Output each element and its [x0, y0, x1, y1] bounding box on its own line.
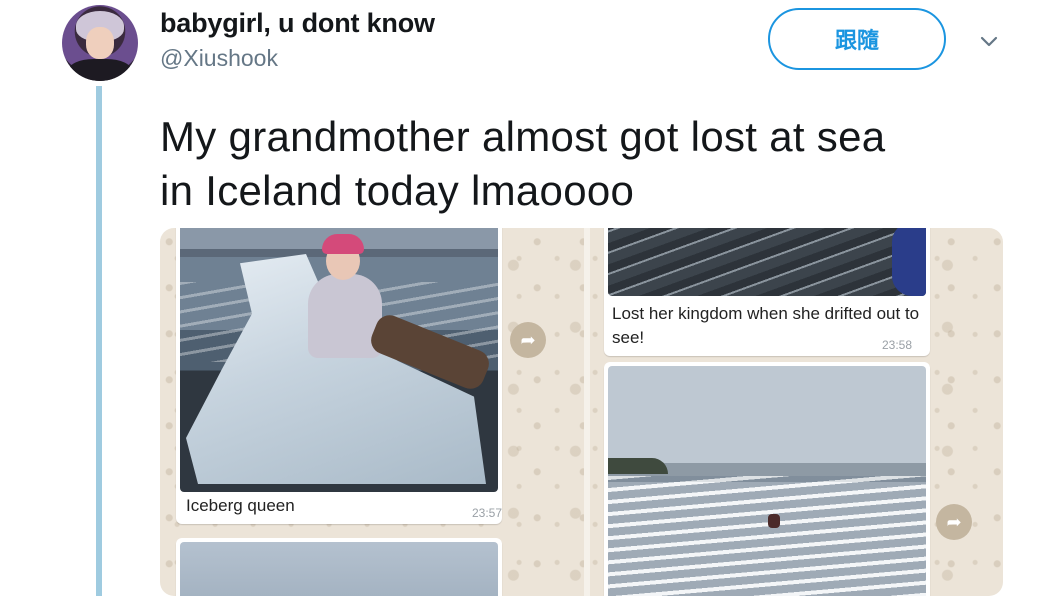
dark-water-photo [608, 228, 926, 296]
forward-icon[interactable]: ➦ [510, 322, 546, 358]
follow-button[interactable]: 跟隨 [768, 8, 946, 70]
media-divider [584, 228, 590, 596]
tweet-text: My grandmother almost got lost at sea in… [160, 110, 1020, 218]
grandmother-hat [322, 234, 364, 254]
distant-figure [768, 514, 780, 528]
user-handle[interactable]: @Xiushook [160, 45, 278, 72]
display-name[interactable]: babygirl, u dont know [160, 8, 435, 39]
drifting-at-sea-photo [608, 366, 926, 596]
message-caption: Lost her kingdom when she drifted out to… [612, 304, 920, 347]
blue-jacket [892, 228, 926, 296]
chevron-down-icon[interactable] [978, 30, 1000, 52]
chat-message-photo [176, 538, 502, 596]
avatar-body [68, 59, 132, 81]
chat-message-iceberg-queen: Iceberg queen 23:57 [176, 228, 502, 524]
sky-photo [180, 542, 498, 596]
chat-message-lost-kingdom: Lost her kingdom when she drifted out to… [604, 228, 930, 356]
chat-message-drifting-photo [604, 362, 930, 596]
message-caption: Iceberg queen [186, 496, 295, 515]
message-time: 23:57 [472, 506, 503, 520]
avatar-face [86, 27, 114, 59]
waves [608, 476, 926, 596]
grandmother-on-iceberg-photo [180, 228, 498, 492]
thread-line [96, 86, 102, 596]
tweet-text-line-2: in Iceland today lmaoooo [160, 167, 635, 214]
forward-icon[interactable]: ➦ [936, 504, 972, 540]
shoreline [608, 458, 668, 474]
tweet-media[interactable]: Iceberg queen 23:57 Lost her kingdom whe… [160, 228, 1003, 596]
avatar[interactable] [62, 5, 138, 81]
message-time: 23:58 [882, 338, 913, 352]
tweet-text-line-1: My grandmother almost got lost at sea [160, 113, 886, 160]
